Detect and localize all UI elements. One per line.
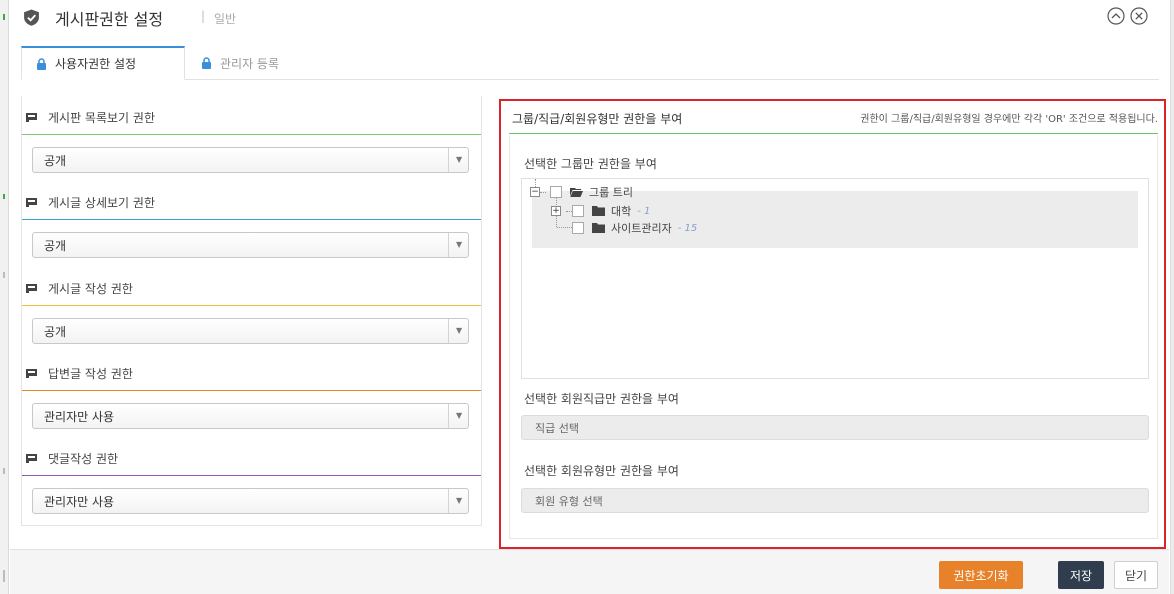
perm-underline	[22, 390, 481, 391]
member-type-select-input[interactable]: 회원 유형 선택	[521, 488, 1149, 513]
perm-label: 게시판 목록보기 권한	[22, 98, 481, 136]
perm-label-text: 댓글작성 권한	[48, 451, 119, 466]
group-permission-panel: 그룹/직급/회원유형만 권한을 부여 권한이 그룹/직급/회원유형일 경우에만 …	[499, 99, 1166, 549]
lock-icon	[37, 57, 46, 70]
dropdown-arrow: ▼	[448, 489, 468, 513]
folder-open-icon	[570, 188, 583, 197]
perm-label-text: 답변글 작성 권한	[48, 366, 133, 381]
close-button[interactable]: 닫기	[1114, 561, 1158, 589]
chevron-down-icon: ▼	[456, 240, 463, 249]
tab-label: 관리자 등록	[220, 56, 280, 71]
shield-check-icon	[24, 9, 39, 26]
perm-label: 댓글작성 권한	[22, 439, 481, 477]
left-window-edge	[0, 0, 9, 594]
perm-underline	[22, 305, 481, 306]
type-section-label: 선택한 회원유형만 권한을 부여	[524, 464, 679, 478]
perm-underline	[22, 219, 481, 220]
title-separator: |	[201, 9, 206, 23]
tree-node-label: 사이트관리자	[611, 222, 672, 235]
group-section-label: 선택한 그룹만 권한을 부여	[524, 157, 657, 171]
folder-icon	[592, 223, 605, 233]
perm-reply-select[interactable]: 관리자만 사용 ▼	[32, 403, 469, 429]
close-icon[interactable]	[1130, 7, 1148, 25]
dropdown-arrow: ▼	[448, 148, 468, 172]
tree-node-count: - 15	[677, 222, 698, 234]
rank-section-label: 선택한 회원직급만 권한을 부여	[524, 392, 679, 406]
perm-label-text: 게시판 목록보기 권한	[48, 110, 155, 125]
perm-label-text: 게시글 상세보기 권한	[48, 195, 155, 210]
tree-connector	[557, 227, 572, 228]
chevron-down-icon: ▼	[456, 411, 463, 420]
collapse-up-icon[interactable]	[1107, 7, 1125, 25]
perm-underline	[22, 475, 481, 476]
chevron-down-icon: ▼	[456, 326, 463, 335]
select-value: 공개	[44, 238, 67, 253]
dialog-title: 게시판권한 설정	[55, 10, 164, 29]
select-value: 관리자만 사용	[44, 494, 115, 509]
dialog-footer: 권한초기화 저장 닫기	[10, 549, 1169, 594]
select-value: 관리자만 사용	[44, 409, 115, 424]
tree-node-university[interactable]: 대학 - 1	[572, 203, 650, 219]
group-panel-title: 그룹/직급/회원유형만 권한을 부여	[512, 112, 683, 126]
reset-permissions-button[interactable]: 권한초기화	[939, 561, 1023, 589]
tree-connector	[540, 192, 546, 193]
rank-select-input[interactable]: 직급 선택	[521, 415, 1149, 440]
tree-node-label: 대학	[611, 205, 632, 218]
tree-checkbox[interactable]	[550, 186, 562, 198]
edge-marker	[3, 570, 5, 582]
select-value: 공개	[44, 324, 67, 339]
tab-user-permissions[interactable]: 사용자권한 설정	[21, 46, 185, 80]
comment-icon	[26, 453, 37, 463]
tree-node-count: - 1	[637, 205, 651, 217]
perm-detail-view-select[interactable]: 공개 ▼	[32, 232, 469, 258]
perm-label: 게시글 상세보기 권한	[22, 183, 481, 221]
dropdown-arrow: ▼	[448, 319, 468, 343]
tab-bar: 사용자권한 설정 관리자 등록	[21, 46, 1159, 80]
chevron-down-icon: ▼	[456, 496, 463, 505]
perm-write-select[interactable]: 공개 ▼	[32, 318, 469, 344]
edge-marker	[3, 14, 5, 20]
perm-comment-select[interactable]: 관리자만 사용 ▼	[32, 488, 469, 514]
perm-underline	[22, 134, 481, 135]
tree-expand-toggle[interactable]: +	[551, 206, 561, 216]
dialog-header: 게시판권한 설정 | 일반	[10, 0, 1170, 36]
right-window-edge	[1170, 0, 1174, 594]
tree-node-root[interactable]: 그룹 트리	[550, 184, 633, 200]
dropdown-arrow: ▼	[448, 233, 468, 257]
permission-settings-panel: 게시판 목록보기 권한 공개 ▼ 게시글 상세보기 권한 공개 ▼ 게시글 작성…	[21, 96, 482, 526]
comment-icon	[26, 112, 37, 122]
perm-label: 게시글 작성 권한	[22, 269, 481, 307]
group-panel-header: 그룹/직급/회원유형만 권한을 부여 권한이 그룹/직급/회원유형일 경우에만 …	[509, 101, 1158, 134]
edge-marker	[3, 272, 5, 278]
tree-node-label: 그룹 트리	[589, 186, 633, 199]
tree-connector	[535, 179, 536, 187]
save-button[interactable]: 저장	[1058, 561, 1104, 589]
perm-list-view-select[interactable]: 공개 ▼	[32, 147, 469, 173]
perm-label-text: 게시글 작성 권한	[48, 281, 133, 296]
tab-label: 사용자권한 설정	[55, 57, 137, 71]
edge-marker	[3, 194, 5, 199]
tree-checkbox[interactable]	[572, 205, 584, 217]
lock-icon	[202, 57, 211, 69]
tree-node-site-admin[interactable]: 사이트관리자 - 15	[572, 220, 697, 236]
edge-marker	[3, 468, 5, 474]
select-value: 공개	[44, 153, 67, 168]
tree-collapse-toggle[interactable]: −	[530, 187, 540, 197]
tab-admin-register[interactable]: 관리자 등록	[201, 46, 279, 80]
dropdown-arrow: ▼	[448, 404, 468, 428]
group-panel-note: 권한이 그룹/직급/회원유형일 경우에만 각각 'OR' 조건으로 적용됩니다.	[860, 114, 1158, 125]
comment-icon	[26, 368, 37, 378]
tree-checkbox[interactable]	[572, 222, 584, 234]
comment-icon	[26, 197, 37, 207]
perm-label: 답변글 작성 권한	[22, 354, 481, 392]
group-tree: − + 그룹 트리 대학 - 1 사이트관리자 - 15	[521, 178, 1149, 379]
member-type-placeholder: 회원 유형 선택	[535, 494, 603, 508]
chevron-down-icon: ▼	[456, 155, 463, 164]
rank-placeholder: 직급 선택	[535, 421, 579, 435]
dialog-subtitle: 일반	[214, 12, 237, 26]
folder-icon	[592, 206, 605, 216]
group-panel-body: 선택한 그룹만 권한을 부여 − + 그룹 트리 대학 - 1 사이트관리자 -…	[509, 135, 1158, 539]
comment-icon	[26, 283, 37, 293]
